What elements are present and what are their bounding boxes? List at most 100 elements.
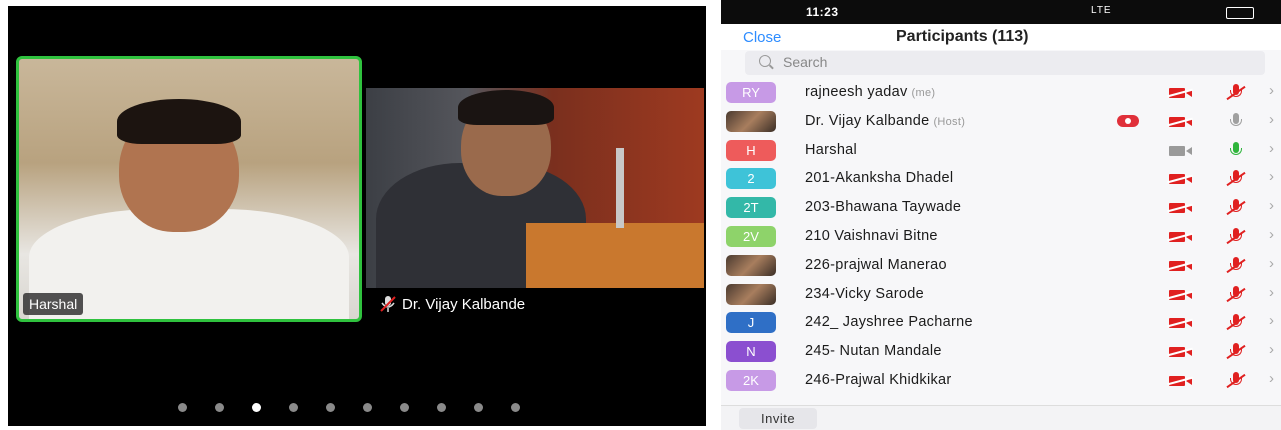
participant-name: Dr. Vijay Kalbande (Host) — [805, 113, 965, 129]
participant-name: rajneesh yadav (me) — [805, 84, 935, 100]
participant-name-text: 246-Prajwal Khidkikar — [805, 371, 952, 388]
participant-row[interactable]: 2T 203-Bhawana Taywade › — [721, 193, 1281, 222]
mic-muted-icon[interactable] — [1226, 371, 1246, 390]
page-dot[interactable] — [511, 403, 520, 412]
participant-name: 242_ Jayshree Pacharne — [805, 314, 973, 330]
invite-button[interactable]: Invite — [739, 408, 818, 429]
participant-row[interactable]: RY rajneesh yadav (me) › — [721, 78, 1281, 107]
close-button[interactable]: Close — [743, 29, 781, 46]
phone-status-bar: 11:23 LTE — [721, 0, 1281, 24]
panel-title: Participants (113) — [896, 28, 1029, 45]
participant-name: 234-Vicky Sarode — [805, 286, 924, 302]
participant-name: 201-Akanksha Dhadel — [805, 170, 953, 186]
video-off-icon[interactable] — [1167, 260, 1193, 271]
participant-row[interactable]: 234-Vicky Sarode › — [721, 280, 1281, 309]
mic-muted-icon[interactable] — [1226, 84, 1246, 102]
page-dot[interactable] — [363, 403, 372, 412]
page-dot[interactable] — [400, 403, 409, 412]
participant-name: 203-Bhawana Taywade — [805, 199, 961, 215]
participant-row[interactable]: 2 201-Akanksha Dhadel › — [721, 164, 1281, 193]
chevron-right-icon[interactable]: › — [1269, 312, 1274, 329]
page-dot[interactable] — [178, 403, 187, 412]
video-off-icon[interactable] — [1167, 116, 1193, 127]
participant-name: 210 Vaishnavi Bitne — [805, 228, 938, 244]
mic-muted-icon[interactable] — [1226, 199, 1246, 217]
page-dot[interactable] — [289, 403, 298, 412]
avatar: 2 — [726, 168, 776, 190]
mic-muted-icon[interactable] — [1226, 314, 1246, 332]
participant-name-text: Harshal — [805, 141, 858, 158]
chevron-right-icon[interactable]: › — [1269, 370, 1274, 387]
search-box[interactable] — [745, 51, 1265, 75]
participant-name-text: 242_ Jayshree Pacharne — [805, 314, 973, 331]
participant-name: Harshal — [805, 142, 857, 158]
video-off-icon[interactable] — [1167, 203, 1193, 214]
muted-mic-icon — [380, 296, 396, 312]
page-dot[interactable] — [437, 403, 446, 412]
participant-row[interactable]: 2V 210 Vaishnavi Bitne › — [721, 222, 1281, 251]
participant-row[interactable]: 2K 246-Prajwal Khidkikar › — [721, 366, 1281, 395]
avatar — [726, 254, 776, 276]
participant-name: 245- Nutan Mandale — [805, 343, 942, 359]
video-tile-harshal[interactable]: Harshal — [16, 56, 362, 322]
mic-muted-icon[interactable] — [1226, 227, 1246, 246]
video-off-icon[interactable] — [1167, 347, 1193, 358]
page-dot[interactable] — [215, 403, 224, 412]
tile-name-label: Dr. Vijay Kalbande — [402, 295, 526, 313]
video-off-icon[interactable] — [1167, 88, 1193, 98]
participant-name-text: 201-Akanksha Dhadel — [805, 170, 954, 187]
chevron-right-icon[interactable]: › — [1269, 226, 1274, 243]
mic-muted-icon[interactable] — [1226, 343, 1246, 361]
chevron-right-icon[interactable]: › — [1269, 168, 1274, 185]
avatar: H — [726, 139, 776, 161]
mic-muted-icon[interactable] — [1226, 170, 1246, 188]
participant-name-text: rajneesh yadav — [805, 84, 908, 100]
bottom-bar: Invite — [721, 405, 1281, 430]
avatar: 2K — [726, 369, 776, 391]
page-dot[interactable] — [474, 403, 483, 412]
chevron-right-icon[interactable]: › — [1269, 82, 1274, 99]
participant-name: 246-Prajwal Khidkikar — [805, 372, 952, 388]
avatar — [726, 110, 776, 132]
person-hair — [458, 90, 554, 125]
chevron-right-icon[interactable]: › — [1269, 341, 1274, 358]
participant-name-text: 203-Bhawana Taywade — [805, 199, 962, 216]
mic-muted-icon[interactable] — [1226, 285, 1246, 304]
participant-row[interactable]: 226-prajwal Manerao › — [721, 251, 1281, 280]
participant-name-text: 245- Nutan Mandale — [805, 343, 942, 360]
video-off-icon[interactable] — [1167, 289, 1193, 300]
podium — [526, 223, 704, 288]
network-indicator: LTE — [1091, 5, 1112, 16]
chevron-right-icon[interactable]: › — [1269, 111, 1274, 128]
search-icon — [759, 55, 771, 67]
microphone-stand — [616, 148, 624, 228]
chevron-right-icon[interactable]: › — [1269, 197, 1274, 214]
video-on-icon[interactable] — [1169, 145, 1193, 156]
video-off-icon[interactable] — [1167, 174, 1193, 185]
chevron-right-icon[interactable]: › — [1269, 255, 1274, 272]
video-off-icon[interactable] — [1167, 318, 1193, 329]
page-dot[interactable] — [252, 403, 261, 412]
participant-row[interactable]: Dr. Vijay Kalbande (Host) › — [721, 107, 1281, 136]
participants-panel: 11:23 LTE Close Participants (113) RY raj… — [721, 0, 1281, 430]
chevron-right-icon[interactable]: › — [1269, 140, 1274, 157]
page-indicator[interactable] — [178, 403, 520, 412]
mic-icon[interactable] — [1227, 141, 1245, 160]
video-off-icon[interactable] — [1167, 231, 1193, 242]
participant-name-text: Dr. Vijay Kalbande — [805, 112, 930, 129]
video-gallery: Harshal Dr. Vijay Kalbande — [8, 6, 706, 426]
participant-row[interactable]: H Harshal › — [721, 136, 1281, 165]
participant-list: RY rajneesh yadav (me) › Dr. Vijay Kalbande(… — [721, 78, 1281, 395]
participant-row[interactable]: J 242_ Jayshree Pacharne › — [721, 308, 1281, 337]
search-input[interactable] — [781, 53, 1085, 71]
video-tile-vijay-kalbande[interactable] — [366, 88, 704, 288]
avatar — [726, 283, 776, 305]
chevron-right-icon[interactable]: › — [1269, 284, 1274, 301]
video-off-icon[interactable] — [1167, 375, 1193, 386]
mic-icon[interactable] — [1227, 112, 1245, 131]
page-dot[interactable] — [326, 403, 335, 412]
mic-muted-icon[interactable] — [1226, 256, 1246, 275]
participant-name-text: 210 Vaishnavi Bitne — [805, 227, 938, 244]
tile-name-label: Harshal — [23, 293, 84, 315]
participant-row[interactable]: N 245- Nutan Mandale › — [721, 337, 1281, 366]
